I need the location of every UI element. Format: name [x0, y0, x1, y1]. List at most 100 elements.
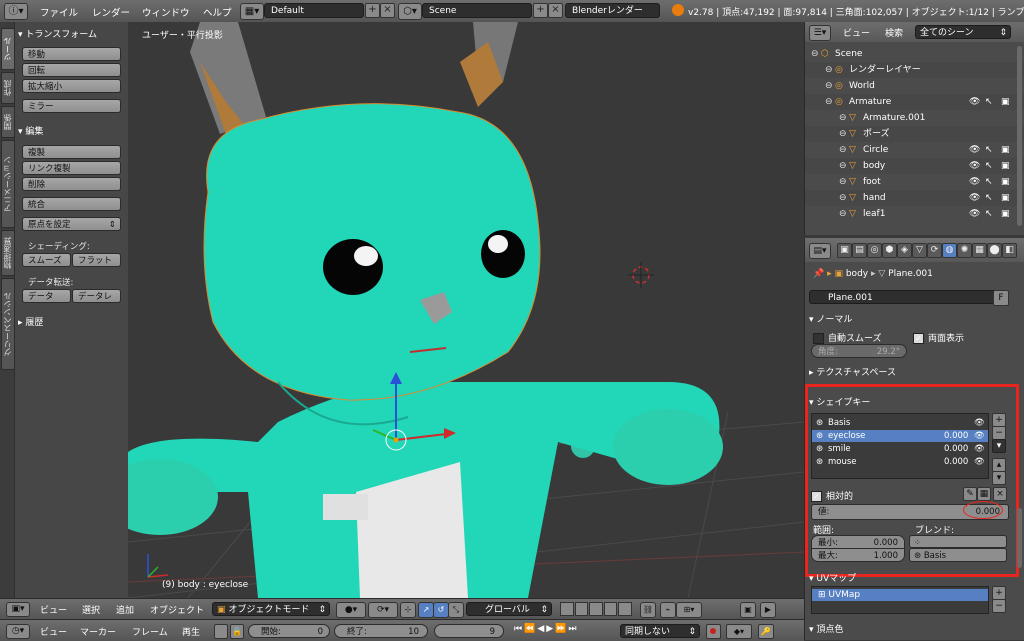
renderability-camera-icon[interactable]: ▣: [1001, 142, 1010, 158]
uv-map-row[interactable]: ⊞ UVMap: [812, 589, 988, 601]
pin-icon[interactable]: 📌: [813, 269, 824, 279]
move-shape-key-down-button[interactable]: ▾: [992, 471, 1006, 485]
renderability-camera-icon[interactable]: ▣: [1001, 206, 1010, 222]
prev-keyframe-icon[interactable]: ⏪: [524, 624, 535, 637]
viewport-shading-select[interactable]: ●▾: [336, 602, 366, 618]
shape-keys-panel-header[interactable]: ▾ シェイプキー: [809, 395, 870, 408]
scene-field[interactable]: Scene: [422, 3, 532, 18]
shape-key-value[interactable]: 0.000: [944, 443, 968, 455]
shape-key-row[interactable]: ⊛ eyeclose 0.000 👁: [812, 430, 988, 442]
expand-toggle-icon[interactable]: ⊖: [839, 206, 847, 222]
expand-toggle-icon[interactable]: ⊖: [839, 110, 847, 126]
screen-layout-field[interactable]: Default: [264, 3, 364, 18]
outliner-row[interactable]: ⊖ ▽ hand 👁 ↖ ▣: [805, 190, 1024, 206]
data-transfer-button[interactable]: データ: [22, 289, 71, 303]
editor-type-info-icon[interactable]: ⓘ▾: [4, 3, 28, 20]
material-tab-icon[interactable]: ✺: [957, 243, 972, 258]
expand-toggle-icon[interactable]: ⊖: [839, 126, 847, 142]
physics-tab-icon[interactable]: ◧: [1002, 243, 1017, 258]
record-button[interactable]: [706, 624, 721, 639]
selectability-cursor-icon[interactable]: ↖: [985, 174, 993, 190]
remove-shape-key-button[interactable]: −: [992, 426, 1006, 440]
selectability-cursor-icon[interactable]: ↖: [985, 190, 993, 206]
rotate-manipulator-icon[interactable]: ↺: [433, 602, 449, 618]
snap-toggle-icon[interactable]: ⌁: [660, 602, 676, 618]
tab-create[interactable]: 作成: [1, 72, 15, 104]
expand-toggle-icon[interactable]: ⊖: [825, 62, 833, 78]
3d-view-menu[interactable]: ビュー: [40, 603, 67, 616]
playback-controls[interactable]: ⏮ ⏪ ◀ ▶ ⏩ ⏭: [514, 624, 577, 637]
mirror-button[interactable]: ミラー: [22, 99, 121, 113]
marker-menu[interactable]: マーカー: [80, 625, 116, 638]
clear-shape-key-button[interactable]: ×: [993, 487, 1007, 501]
vertex-group-field[interactable]: ⁘: [909, 535, 1007, 548]
particles-tab-icon[interactable]: ⬤: [987, 243, 1002, 258]
shape-key-mute-eye-icon[interactable]: 👁: [974, 417, 985, 429]
tab-physics[interactable]: 物理演算: [1, 230, 15, 276]
render-engine-select[interactable]: Blenderレンダー: [565, 3, 660, 18]
texture-space-panel-header[interactable]: ▸ テクスチャスペース: [809, 365, 896, 378]
insert-keyframe-icon[interactable]: 🔑: [758, 624, 774, 639]
select-menu[interactable]: 選択: [82, 603, 100, 616]
outliner-row[interactable]: ⊖ ◎ レンダーレイヤー: [805, 62, 1024, 78]
sync-mode-select[interactable]: 同期しない ⇕: [620, 624, 700, 638]
tab-relations[interactable]: 関係: [1, 106, 15, 138]
double-sided-checkbox[interactable]: ✓ 両面表示: [913, 331, 964, 344]
render-preview-icon[interactable]: ▣: [740, 602, 756, 618]
frame-menu[interactable]: フレーム: [132, 625, 168, 638]
outliner-view-menu[interactable]: ビュー: [843, 26, 870, 39]
properties-editor-icon[interactable]: ▤▾: [809, 243, 831, 259]
world-tab-icon[interactable]: ⬢: [882, 243, 897, 258]
visibility-eye-icon[interactable]: 👁: [969, 142, 980, 158]
data-layers-button[interactable]: データレ: [72, 289, 121, 303]
3d-cursor[interactable]: [628, 262, 654, 288]
data-tab-icon[interactable]: ◍: [942, 243, 957, 258]
outliner-row[interactable]: ⊖ ▽ body 👁 ↖ ▣: [805, 158, 1024, 174]
tab-grease-pencil[interactable]: グリースペンシル: [1, 278, 15, 370]
properties-scrollbar[interactable]: [1017, 508, 1022, 568]
slider-max-field[interactable]: 最大: 1.000: [811, 548, 905, 562]
play-reverse-icon[interactable]: ◀: [537, 624, 544, 637]
render-anim-icon[interactable]: ▶: [760, 602, 776, 618]
shape-key-mute-eye-icon[interactable]: 👁: [974, 430, 985, 442]
lock-camera-icon[interactable]: ⛓: [640, 602, 656, 618]
uv-maps-list[interactable]: ⊞ UVMap: [811, 586, 989, 614]
shade-flat-button[interactable]: フラット: [72, 253, 121, 267]
outliner-row[interactable]: ⊖ ◎ Armature 👁 ↖ ▣: [805, 94, 1024, 110]
history-panel-header[interactable]: ▸ 履歴: [18, 315, 43, 328]
join-button[interactable]: 統合: [22, 197, 121, 211]
uv-maps-panel-header[interactable]: ▾ UVマップ: [809, 571, 856, 584]
render-tab-icon[interactable]: ▣: [837, 243, 852, 258]
object-menu[interactable]: オブジェクト: [150, 603, 204, 616]
screen-layout-icon[interactable]: ▦▾: [240, 3, 264, 20]
relative-key-field[interactable]: ⊛ Basis: [909, 548, 1007, 562]
shape-keys-list[interactable]: ⊛ Basis 👁 ⊛ eyeclose 0.000 👁 ⊛ smile 0.000 👁 ⊛ mouse…: [811, 413, 989, 479]
keying-set-icon[interactable]: ◆▾: [726, 624, 752, 639]
end-frame-field[interactable]: 終了: 10: [334, 624, 428, 638]
shape-key-row[interactable]: ⊛ smile 0.000 👁: [812, 443, 988, 455]
outliner-display-mode[interactable]: 全てのシーン ⇕: [915, 25, 1011, 39]
shape-key-value[interactable]: 0.000: [944, 456, 968, 468]
scale-manipulator-icon[interactable]: ⤡: [448, 602, 464, 618]
texture-tab-icon[interactable]: ▦: [972, 243, 987, 258]
start-frame-field[interactable]: 開始: 0: [248, 624, 330, 638]
preview-range-toggle[interactable]: [214, 624, 228, 639]
outliner-row[interactable]: ⊖ ▽ Circle 👁 ↖ ▣: [805, 142, 1024, 158]
expand-toggle-icon[interactable]: ⊖: [839, 174, 847, 190]
selectability-cursor-icon[interactable]: ↖: [985, 94, 993, 110]
layer-buttons[interactable]: [560, 602, 632, 616]
remove-screen-button[interactable]: ×: [380, 3, 395, 18]
auto-smooth-checkbox[interactable]: 自動スムーズ: [813, 331, 882, 344]
outliner-row[interactable]: ⊖ ⬡ Scene: [805, 46, 1024, 62]
transform-orientation-select[interactable]: グローバル ⇕: [466, 602, 552, 616]
current-frame-field[interactable]: 9: [434, 624, 504, 638]
play-icon[interactable]: ▶: [546, 624, 553, 637]
shape-key-value[interactable]: 0.000: [944, 430, 968, 442]
timeline-view-menu[interactable]: ビュー: [40, 625, 67, 638]
pivot-point-select[interactable]: ⟳▾: [368, 602, 398, 618]
tab-tools[interactable]: ツール: [1, 28, 15, 70]
vertex-colors-panel-header[interactable]: ▾ 頂点色: [809, 622, 843, 635]
shape-key-row[interactable]: ⊛ Basis 👁: [812, 417, 988, 429]
fake-user-button[interactable]: F: [993, 290, 1009, 306]
add-uv-map-button[interactable]: +: [992, 586, 1006, 600]
